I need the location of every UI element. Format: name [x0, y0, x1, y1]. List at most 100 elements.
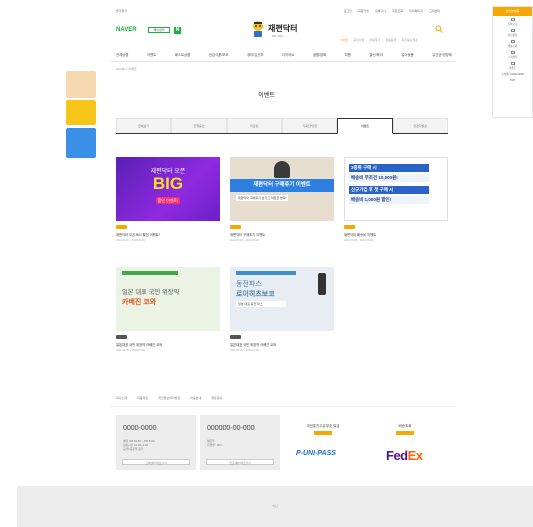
thumb-product: 로이히츠보코 — [236, 291, 275, 298]
top-utility-bar: 즐겨찾기 로그인 회원가입 장바구니 주문조회 마이페이지 고객센터 — [110, 8, 440, 16]
logo-subtext: DR.JAE — [272, 34, 283, 38]
footer-link-privacy[interactable]: 개인정보처리방침 — [158, 396, 180, 400]
event-date: 2020.00.00 ~ 2020.00.00 — [230, 239, 259, 242]
header-utility-links: 이벤트 공지사항 이용후기 상품문의 자주묻는질문 — [340, 38, 450, 42]
event-thumbnail[interactable]: 일본 대표 국민 위장약 카베진 코와 — [116, 267, 220, 331]
util-review[interactable]: 이용후기 — [369, 38, 380, 42]
naver-n-icon[interactable]: N — [174, 27, 181, 34]
product-image — [318, 273, 326, 295]
event-card[interactable]: 재편닥터 오픈 BIG 할인 이벤트! 재편닥터 오픈 BIG 할인 이벤트! … — [116, 157, 220, 242]
status-badge — [344, 225, 355, 229]
left-banner-2[interactable] — [66, 100, 96, 125]
site-logo[interactable]: 재편닥터 DR.JAE — [250, 20, 300, 42]
event-title[interactable]: 재편닥터 배송비 이벤트 — [344, 232, 448, 237]
footer-link-guide[interactable]: 이용안내 — [190, 396, 201, 400]
event-title[interactable]: 일본대표 국민 위장약 카베진 코와 — [116, 342, 220, 347]
nav-item-health[interactable]: 건강식품/보조 — [209, 52, 229, 57]
person-image — [274, 161, 290, 178]
customer-center-button[interactable]: 고객센터 바로가기 — [122, 459, 190, 465]
nav-divider — [110, 61, 456, 62]
quick-delivery[interactable]: 배송조회 — [493, 38, 532, 49]
main-navigation: 전체상품 이벤트 베스트상품 건강식품/보조 생리/임산부 다이어트 생활/잡화… — [116, 52, 452, 57]
thumb-band: 재편닥터 구매후기 이벤트 — [230, 179, 334, 192]
customs-code-box[interactable]: 개인통관고유부호 발급 P-UNI-PASS — [284, 415, 362, 470]
support-link[interactable]: 고객센터 — [429, 9, 440, 13]
footer-bottom-text: 하단 — [272, 504, 278, 508]
event-card[interactable]: 3종류 구매 시 배송비 무조건 10,000원! 신규가입 후 첫 구매 시 … — [344, 157, 448, 242]
signup-link[interactable]: 회원가입 — [358, 9, 369, 13]
util-event[interactable]: 이벤트 — [340, 38, 348, 42]
quick-event[interactable]: 이벤트 — [493, 60, 532, 71]
nav-item-supplements[interactable]: 유산균/영양제 — [432, 52, 452, 57]
status-badge — [230, 225, 241, 229]
status-badge — [116, 335, 127, 339]
thumb-line: 배송비 1,000원 할인! — [349, 196, 429, 204]
nav-item-diet[interactable]: 다이어트 — [282, 52, 294, 57]
util-qna[interactable]: 상품문의 — [385, 38, 396, 42]
event-title[interactable]: 재편닥터 구매후기 이벤트 — [230, 232, 334, 237]
event-title[interactable]: 일본대표 국민 위장약 카베진 코와 — [230, 342, 334, 347]
status-badge — [230, 335, 241, 339]
cart-icon — [510, 18, 515, 21]
footer-link-company[interactable]: 회사소개 — [116, 396, 127, 400]
account-line: 은행명 : 000 — [207, 443, 222, 447]
account-info: 예금주 은행명 : 000 — [207, 439, 222, 447]
quick-delivery-label: 배송조회 — [507, 45, 518, 48]
util-notice[interactable]: 공지사항 — [353, 38, 364, 42]
tab-all[interactable]: 전체보기 — [116, 118, 172, 133]
quick-support[interactable]: 고객센터 — [493, 49, 532, 60]
nav-item-beauty[interactable]: 미용 — [345, 52, 351, 57]
event-thumbnail[interactable]: 재편닥터 구매후기 이벤트 재편닥터 구매후기 남기고 적립금 받자! — [230, 157, 334, 221]
delivery-tracking-box[interactable]: 배송조회 FedEx — [366, 415, 444, 470]
quick-menu: 오늘본상품 장바구니 관심상품 배송조회 고객센터 이벤트 고객센터 0000-… — [492, 6, 533, 118]
thumb-sub: 재편닥터 구매후기 남기고 적립금 받자! — [236, 195, 289, 201]
event-thumbnail[interactable]: 3종류 구매 시 배송비 무조건 10,000원! 신규가입 후 첫 구매 시 … — [344, 157, 448, 221]
mypage-link[interactable]: 마이페이지 — [409, 9, 423, 13]
event-thumbnail[interactable]: 동전파스 로이히츠보코 일본 대표 동전 파스 — [230, 267, 334, 331]
event-date: 2020.00.00 ~ 2020.00.00 — [344, 239, 373, 242]
quick-cart[interactable]: 장바구니 — [493, 16, 532, 27]
left-banner-3[interactable] — [66, 128, 96, 158]
footer-link-terms[interactable]: 이용약관 — [137, 396, 148, 400]
nav-item-event[interactable]: 이벤트 — [147, 52, 156, 57]
truck-icon — [510, 40, 515, 43]
tab-exhibition[interactable]: 기획전/당첨 — [281, 118, 338, 133]
util-faq[interactable]: 자주묻는질문 — [401, 38, 418, 42]
nav-item-kids[interactable]: 유아동용 — [401, 52, 413, 57]
naver-logo[interactable]: NAVER — [116, 27, 137, 33]
footer-links: 회사소개 이용약관 개인정보처리방침 이용안내 제휴문의 — [116, 396, 222, 400]
naver-pay-button[interactable]: 페이센터 — [148, 27, 170, 33]
quick-wishlist[interactable]: 관심상품 — [493, 27, 532, 38]
tab-winners[interactable]: 당첨자발표 — [392, 118, 448, 133]
top-links: 로그인 회원가입 장바구니 주문조회 마이페이지 고객센터 — [344, 9, 440, 13]
login-link[interactable]: 로그인 — [344, 9, 352, 13]
event-card[interactable]: 재편닥터 구매후기 이벤트 재편닥터 구매후기 남기고 적립금 받자! 재편닥터… — [230, 157, 334, 242]
logo-text: 재편닥터 — [268, 24, 298, 33]
order-link[interactable]: 주문조회 — [392, 9, 403, 13]
quick-support-label: 고객센터 — [507, 56, 518, 59]
nav-item-all[interactable]: 전체상품 — [116, 52, 128, 57]
thumb-sub: 일본 대표 동전 파스 — [236, 301, 286, 307]
event-card[interactable]: 동전파스 로이히츠보코 일본 대표 동전 파스 일본대표 국민 위장약 카베진 … — [230, 267, 334, 352]
tab-closed[interactable]: 마감된 — [226, 118, 282, 133]
account-button[interactable]: 입금계좌 바로가기 — [206, 459, 274, 465]
tab-event[interactable]: 이벤트 — [337, 118, 393, 134]
recent-products-header[interactable]: 오늘본상품 — [493, 7, 532, 16]
headset-icon — [510, 51, 515, 54]
event-date: 2020.00.00 ~ 2020.00.00 — [116, 239, 145, 242]
nav-item-best[interactable]: 베스트상품 — [175, 52, 191, 57]
event-card[interactable]: 일본 대표 국민 위장약 카베진 코와 일본대표 국민 위장약 카베진 코와 2… — [116, 267, 220, 352]
thumb-line: 3종류 구매 시 — [349, 164, 429, 172]
cart-link[interactable]: 장바구니 — [375, 9, 386, 13]
nav-item-living[interactable]: 생활/잡화 — [313, 52, 326, 57]
nav-item-women[interactable]: 생리/임산부 — [247, 52, 264, 57]
event-thumbnail[interactable]: 재편닥터 오픈 BIG 할인 이벤트! — [116, 157, 220, 221]
customs-badge — [314, 431, 332, 435]
bookmark-link[interactable]: 즐겨찾기 — [116, 9, 127, 13]
event-title[interactable]: 재편닥터 오픈 BIG 할인 이벤트! — [116, 232, 220, 237]
scroll-top-button[interactable]: TOP — [493, 77, 532, 83]
tab-ongoing[interactable]: 진행중인 — [171, 118, 227, 133]
footer-link-partner[interactable]: 제휴문의 — [211, 396, 222, 400]
search-icon[interactable] — [435, 25, 443, 33]
nav-item-baby[interactable]: 출산/육아 — [369, 52, 382, 57]
